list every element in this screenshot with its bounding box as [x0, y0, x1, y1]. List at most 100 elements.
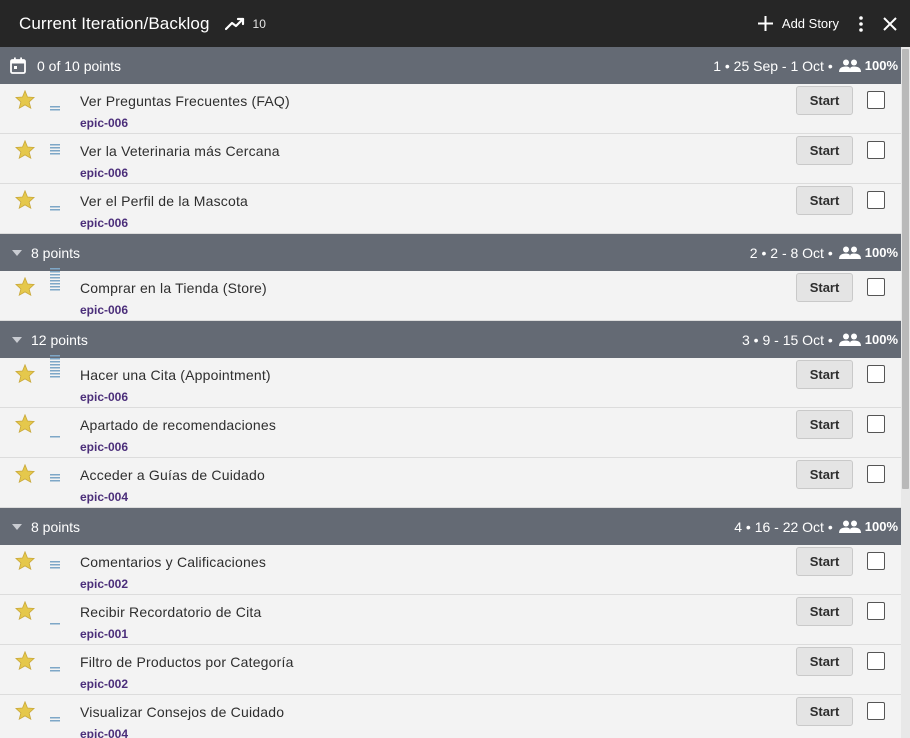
start-button[interactable]: Start — [796, 460, 853, 489]
iteration-staffing: 100% — [864, 332, 898, 347]
star-icon[interactable] — [14, 276, 36, 297]
estimate-icon — [50, 613, 62, 625]
iteration-dates: 2 - 8 Oct — [770, 244, 824, 261]
story-title[interactable]: Acceder a Guías de Cuidado — [80, 467, 265, 483]
story-row[interactable]: Comentarios y Calificaciones epic-002 Star… — [0, 545, 901, 595]
start-button[interactable]: Start — [796, 697, 853, 726]
star-icon[interactable] — [14, 650, 36, 671]
star-icon[interactable] — [14, 363, 36, 384]
story-row[interactable]: Ver Preguntas Frecuentes (FAQ) epic-006 St… — [0, 84, 901, 134]
star-icon[interactable] — [14, 463, 36, 484]
story-row[interactable]: Ver el Perfil de la Mascota epic-006 Start — [0, 184, 901, 234]
star-icon[interactable] — [14, 700, 36, 721]
start-button[interactable]: Start — [796, 647, 853, 676]
select-checkbox[interactable] — [867, 552, 885, 570]
start-button[interactable]: Start — [796, 186, 853, 215]
story-title[interactable]: Ver el Perfil de la Mascota — [80, 193, 248, 209]
estimate-icon — [50, 710, 62, 722]
add-story-label: Add Story — [781, 16, 839, 31]
epic-label[interactable]: epic-006 — [80, 166, 128, 180]
select-checkbox[interactable] — [867, 278, 885, 296]
star-icon[interactable] — [14, 189, 36, 210]
estimate-icon — [50, 426, 62, 438]
epic-label[interactable]: epic-002 — [80, 677, 128, 691]
iteration-number: 1 — [713, 57, 721, 74]
story-title[interactable]: Ver la Veterinaria más Cercana — [80, 143, 280, 159]
story-title[interactable]: Ver Preguntas Frecuentes (FAQ) — [80, 93, 290, 109]
select-checkbox[interactable] — [867, 91, 885, 109]
iteration-points: 8 points — [31, 518, 81, 535]
people-icon — [838, 333, 861, 346]
epic-label[interactable]: epic-006 — [80, 116, 128, 130]
start-button[interactable]: Start — [796, 597, 853, 626]
iteration-header[interactable]: 8 points 2 • 2 - 8 Oct • 100% — [0, 234, 901, 271]
select-checkbox[interactable] — [867, 141, 885, 159]
select-checkbox[interactable] — [867, 191, 885, 209]
story-row[interactable]: Apartado de recomendaciones epic-006 Start — [0, 408, 901, 458]
start-button[interactable]: Start — [796, 410, 853, 439]
story-title[interactable]: Hacer una Cita (Appointment) — [80, 367, 271, 383]
estimate-icon — [50, 199, 62, 211]
epic-label[interactable]: epic-006 — [80, 390, 128, 404]
iteration-header[interactable]: 8 points 4 • 16 - 22 Oct • 100% — [0, 508, 901, 545]
select-checkbox[interactable] — [867, 652, 885, 670]
story-title[interactable]: Apartado de recomendaciones — [80, 417, 276, 433]
epic-label[interactable]: epic-006 — [80, 216, 128, 230]
story-row[interactable]: Acceder a Guías de Cuidado epic-004 Start — [0, 458, 901, 508]
trend-up-icon[interactable] — [224, 17, 245, 31]
iteration-staffing: 100% — [864, 519, 898, 534]
iterations-container: 0 of 10 points 1 • 25 Sep - 1 Oct • 100% Ve… — [0, 47, 910, 738]
add-story-button[interactable]: Add Story — [757, 16, 839, 31]
story-title[interactable]: Comentarios y Calificaciones — [80, 554, 266, 570]
caret-down-icon[interactable] — [12, 336, 22, 343]
scrollbar-thumb[interactable] — [902, 49, 909, 489]
select-checkbox[interactable] — [867, 465, 885, 483]
iteration-staffing: 100% — [864, 245, 898, 260]
star-icon[interactable] — [14, 600, 36, 621]
story-row[interactable]: Visualizar Consejos de Cuidado epic-004 St… — [0, 695, 901, 738]
star-icon[interactable] — [14, 89, 36, 110]
backlog-list[interactable]: 0 of 10 points 1 • 25 Sep - 1 Oct • 100% Ve… — [0, 47, 910, 738]
start-button[interactable]: Start — [796, 547, 853, 576]
story-row[interactable]: Recibir Recordatorio de Cita epic-001 Star… — [0, 595, 901, 645]
story-row[interactable]: Filtro de Productos por Categoría epic-00… — [0, 645, 901, 695]
story-title[interactable]: Filtro de Productos por Categoría — [80, 654, 294, 670]
story-row[interactable]: Comprar en la Tienda (Store) epic-006 Star… — [0, 268, 901, 321]
epic-label[interactable]: epic-006 — [80, 440, 128, 454]
close-icon[interactable] — [883, 16, 897, 31]
iteration-staffing: 100% — [864, 58, 898, 73]
start-button[interactable]: Start — [796, 136, 853, 165]
select-checkbox[interactable] — [867, 415, 885, 433]
story-title[interactable]: Visualizar Consejos de Cuidado — [80, 704, 284, 720]
story-row[interactable]: Ver la Veterinaria más Cercana epic-006 St… — [0, 134, 901, 184]
star-icon[interactable] — [14, 550, 36, 571]
story-row[interactable]: Hacer una Cita (Appointment) epic-006 Star… — [0, 355, 901, 408]
iteration-header[interactable]: 0 of 10 points 1 • 25 Sep - 1 Oct • 100% — [0, 47, 901, 84]
start-button[interactable]: Start — [796, 86, 853, 115]
scrollbar[interactable] — [901, 47, 910, 738]
iteration-number: 4 — [734, 518, 742, 535]
epic-label[interactable]: epic-004 — [80, 490, 128, 504]
epic-label[interactable]: epic-001 — [80, 627, 128, 641]
caret-down-icon[interactable] — [12, 523, 22, 530]
start-button[interactable]: Start — [796, 273, 853, 302]
story-title[interactable]: Comprar en la Tienda (Store) — [80, 280, 267, 296]
iteration-dates: 16 - 22 Oct — [754, 518, 824, 535]
people-icon — [838, 59, 861, 72]
iteration-points: 8 points — [31, 244, 81, 261]
star-icon[interactable] — [14, 413, 36, 434]
select-checkbox[interactable] — [867, 365, 885, 383]
epic-label[interactable]: epic-006 — [80, 303, 128, 317]
start-button[interactable]: Start — [796, 360, 853, 389]
epic-label[interactable]: epic-002 — [80, 577, 128, 591]
star-icon[interactable] — [14, 139, 36, 160]
iteration-header[interactable]: 12 points 3 • 9 - 15 Oct • 100% — [0, 321, 901, 358]
epic-label[interactable]: epic-004 — [80, 727, 128, 738]
panel-header: Current Iteration/Backlog 10 Add Story — [0, 0, 910, 47]
more-vertical-icon[interactable] — [858, 15, 864, 32]
caret-down-icon[interactable] — [12, 249, 22, 256]
velocity-value: 10 — [252, 16, 266, 31]
select-checkbox[interactable] — [867, 602, 885, 620]
story-title[interactable]: Recibir Recordatorio de Cita — [80, 604, 261, 620]
select-checkbox[interactable] — [867, 702, 885, 720]
